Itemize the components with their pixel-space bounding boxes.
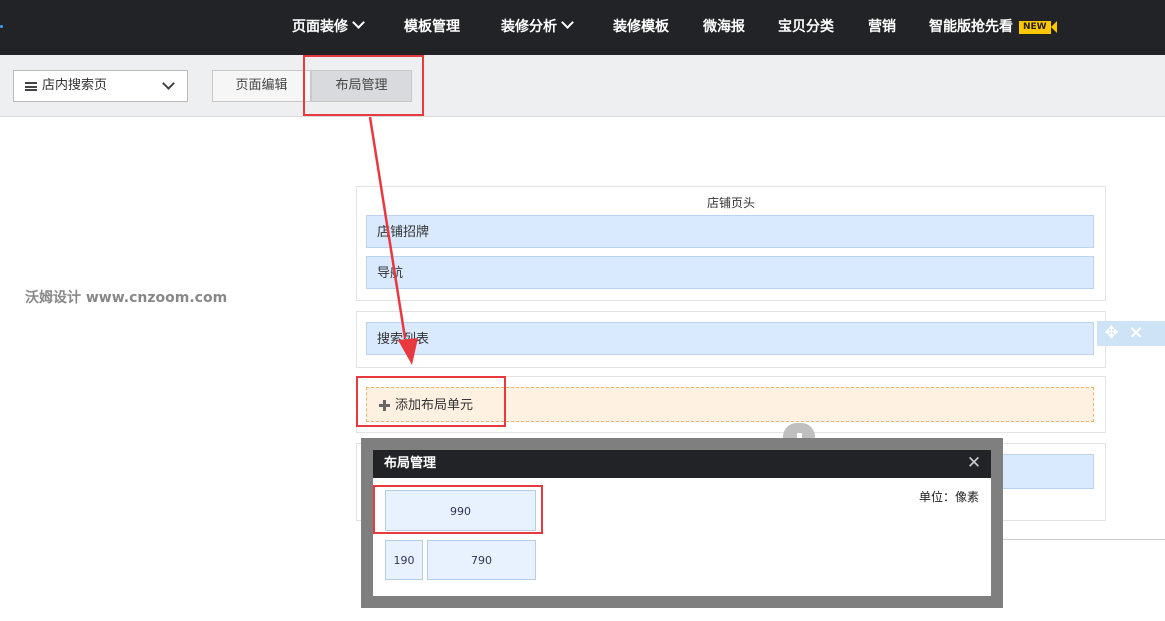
nav-item-categories[interactable]: 宝贝分类 (778, 0, 834, 55)
logo-dot-icon (0, 25, 3, 28)
list-section: 搜索列表 (356, 311, 1106, 368)
highlight-layout-tab (303, 55, 424, 116)
nav-smart-preview[interactable]: 智能版抢先看 (929, 0, 1013, 55)
nav-marketing[interactable]: 营销 (868, 0, 896, 55)
new-badge: NEW (1019, 21, 1057, 34)
unit-label: 单位：像素 (918, 490, 979, 504)
highlight-layout-990 (373, 485, 543, 534)
dialog-title: 布局管理 (384, 456, 437, 471)
nav-micro-poster[interactable]: 微海报 (703, 0, 745, 55)
close-icon[interactable]: ✕ (965, 454, 983, 472)
divider (1000, 539, 1165, 540)
unit-controls: ✥ × (1097, 321, 1165, 346)
page-select-value: 店内搜索页 (42, 78, 108, 93)
watermark: 沃姆设计 www.cnzoom.com (25, 290, 228, 306)
top-navigation: 页面装修 模板管理 装修分析 装修模板 微海报 宝贝分类 营销 智能版抢先看 N… (0, 0, 1165, 55)
page-select-dropdown[interactable]: 店内搜索页 (13, 70, 188, 102)
nav-decoration-analysis[interactable]: 装修分析 (501, 0, 574, 55)
layout-unit-shop-sign[interactable]: 店铺招牌 (366, 215, 1094, 248)
chevron-down-icon (352, 16, 365, 29)
close-icon[interactable]: × (1127, 323, 1145, 343)
layout-unit-search-list[interactable]: 搜索列表 (366, 322, 1094, 355)
chevron-down-icon (561, 16, 574, 29)
highlight-add-unit (356, 376, 506, 427)
header-section: 店铺页头 店铺招牌 导航 (356, 186, 1106, 301)
section-title: 店铺页头 (706, 196, 755, 210)
nav-template-management[interactable]: 模板管理 (404, 0, 460, 55)
tab-page-edit[interactable]: 页面编辑 (212, 70, 311, 102)
move-icon[interactable]: ✥ (1103, 325, 1120, 342)
menu-icon (25, 82, 37, 91)
layout-unit-navigation[interactable]: 导航 (366, 256, 1094, 289)
nav-decoration-templates[interactable]: 装修模板 (613, 0, 669, 55)
layout-option-790[interactable]: 790 (427, 540, 536, 580)
dialog-header: 布局管理 ✕ (373, 450, 991, 478)
nav-page-decoration[interactable]: 页面装修 (292, 0, 365, 55)
toolbar: 店内搜索页 页面编辑 布局管理 (0, 55, 1165, 117)
layout-option-190[interactable]: 190 (385, 540, 423, 580)
chevron-down-icon (162, 77, 175, 90)
